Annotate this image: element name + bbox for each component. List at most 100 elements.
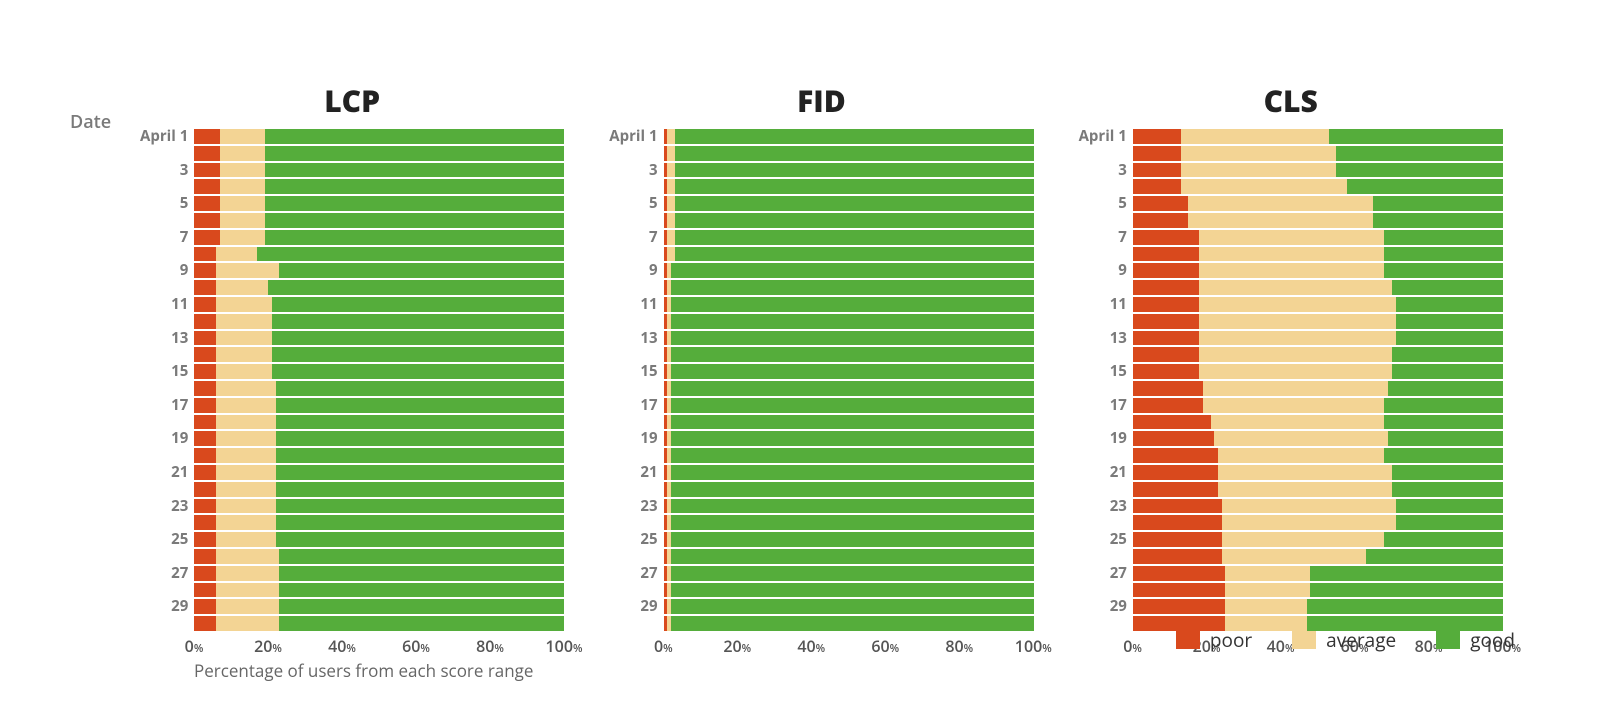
segment-good [671,532,1034,547]
segment-poor [194,196,220,211]
segment-average [216,398,275,413]
bar-row [194,532,564,547]
segment-average [216,499,275,514]
segment-average [1188,196,1373,211]
segment-average [216,364,272,379]
segment-good [272,297,564,312]
segment-average [1203,381,1388,396]
segment-poor [194,213,220,228]
legend: poor average good [1176,627,1515,653]
segment-good [276,398,565,413]
x-tick: 80% [476,635,504,657]
y-labels: April 1357911131517192123252729 [1079,129,1127,633]
y-label: 29 [640,599,657,614]
y-label: 25 [640,532,657,547]
segment-good [1307,599,1503,614]
segment-average [667,163,674,178]
segment-poor [1133,398,1203,413]
segment-average [1225,583,1310,598]
segment-average [1181,179,1348,194]
y-label: 17 [1110,398,1127,413]
segment-average [667,179,674,194]
segment-good [1396,499,1503,514]
bar-row [664,179,1034,194]
bar-row [1133,465,1503,480]
segment-average [216,381,275,396]
bar-row [1133,482,1503,497]
segment-good [1392,280,1503,295]
segment-poor [194,263,216,278]
segment-good [1396,314,1503,329]
panel-lcp: LCPApril 13579111315171921232527290%20%4… [140,80,564,678]
bar-row [194,213,564,228]
segment-average [216,331,272,346]
legend-item-poor: poor [1176,627,1252,653]
bar-row [664,381,1034,396]
segment-good [1310,583,1502,598]
bar-row [194,331,564,346]
segment-good [1388,381,1503,396]
segment-good [1392,364,1503,379]
bar-row [664,431,1034,446]
segment-good [265,230,565,245]
y-label: 21 [1110,465,1127,480]
y-label: 11 [1110,297,1127,312]
segment-average [220,230,264,245]
segment-good [1373,196,1503,211]
segment-average [1218,448,1385,463]
segment-poor [1133,599,1226,614]
bar-row [1133,179,1503,194]
segment-good [1336,146,1503,161]
segment-average [667,129,674,144]
segment-average [216,297,272,312]
legend-swatch-good [1436,631,1460,649]
bar-row [194,549,564,564]
segment-average [216,515,275,530]
bar-row [1133,381,1503,396]
segment-poor [1133,448,1218,463]
bar-row [1133,146,1503,161]
segment-poor [1133,465,1218,480]
segment-good [1366,549,1503,564]
segment-good [1384,415,1502,430]
bar-row [1133,515,1503,530]
y-label: April 1 [140,129,188,144]
segment-average [216,314,272,329]
bar-row [1133,314,1503,329]
segment-poor [194,549,216,564]
segment-good [257,247,564,262]
segment-poor [1133,129,1181,144]
bar-row [664,583,1034,598]
bar-row [1133,499,1503,514]
segment-average [1222,499,1396,514]
segment-average [216,448,275,463]
segment-poor [194,314,216,329]
bar-row [1133,331,1503,346]
segment-good [276,515,565,530]
bar-row [664,499,1034,514]
segment-average [216,616,279,631]
segment-poor [1133,263,1200,278]
legend-item-average: average [1292,627,1396,653]
y-label: 17 [171,398,188,413]
segment-good [265,129,565,144]
bar-row [664,465,1034,480]
segment-average [1199,364,1391,379]
bar-row [664,515,1034,530]
segment-poor [1133,247,1200,262]
segment-average [1222,515,1396,530]
x-tick: 20% [723,635,751,657]
y-label: 27 [640,566,657,581]
segment-good [1388,431,1503,446]
bar-row [1133,247,1503,262]
bars [664,129,1034,633]
segment-average [1225,566,1310,581]
y-label: 19 [171,431,188,446]
segment-good [671,415,1034,430]
bar-row [194,196,564,211]
bar-row [664,213,1034,228]
segment-good [279,583,564,598]
y-label: 11 [171,297,188,312]
segment-good [671,381,1034,396]
segment-good [671,566,1034,581]
